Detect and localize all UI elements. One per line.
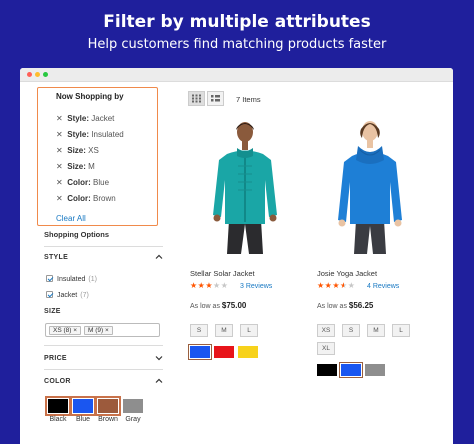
list-view-button[interactable] [207,91,224,106]
color-swatch-brown[interactable] [95,396,121,416]
checkbox-checked-icon[interactable] [46,275,53,282]
price-prefix: As low as [190,303,222,310]
star-icon: ★ [317,281,325,290]
now-shopping-title: Now Shopping by [56,92,124,101]
active-filter: ✕ Color: Brown [56,194,116,203]
price-filter-header[interactable]: PRICE [44,355,163,362]
chevron-down-icon [155,356,163,361]
product-color-yellow[interactable] [238,346,258,358]
size-option-s[interactable]: S [190,324,208,337]
product-color-blue[interactable] [188,344,212,360]
price-heading: PRICE [44,355,67,362]
rating-stars: ★★★★★ [190,281,228,290]
size-option-m[interactable]: M [367,324,385,337]
size-chip-xs[interactable]: XS (8) × [49,326,82,335]
rating-stars: ★★★★★ [317,281,355,290]
list-icon [211,95,220,102]
star-icon: ★ [347,281,356,290]
product-price: As low as $75.00 [190,301,246,310]
product-color-red[interactable] [214,346,234,358]
star-icon: ★ [332,281,341,290]
divider [44,246,163,247]
product-name[interactable]: Josie Yoga Jacket [317,269,377,278]
size-option-s[interactable]: S [342,324,360,337]
product-color-black[interactable] [317,364,337,376]
divider [44,345,163,346]
remove-filter-icon[interactable]: ✕ [56,194,65,203]
style-heading: STYLE [44,254,69,261]
active-filter: ✕ Style: Jacket [56,114,115,123]
product-price: As low as $56.25 [317,301,373,310]
browser-window: Now Shopping by ✕ Style: Jacket ✕ Style:… [20,68,453,444]
chevron-up-icon [155,378,163,383]
size-multiselect[interactable]: XS (8) × M (9) × [45,323,160,337]
close-window-dot[interactable] [27,72,32,77]
size-option-xl[interactable]: XL [317,342,335,355]
star-icon: ★ [205,281,214,290]
size-filter-header[interactable]: SIZE [44,308,163,315]
style-filter-header[interactable]: STYLE [44,254,163,261]
star-icon: ★ [220,281,229,290]
items-count: 7 Items [236,95,261,104]
size-heading: SIZE [44,308,61,315]
remove-filter-icon[interactable]: ✕ [56,178,65,187]
now-shopping-panel: Now Shopping by ✕ Style: Jacket ✕ Style:… [37,87,158,226]
size-chip-m[interactable]: M (9) × [84,326,113,335]
color-swatch-blue[interactable] [70,396,96,416]
style-option-insulated[interactable]: Insulated (1) [46,275,97,283]
active-filter: ✕ Size: M [56,162,95,171]
grid-icon [192,94,201,103]
grid-view-button[interactable] [188,91,205,106]
star-icon: ★ [190,281,198,290]
active-filter: ✕ Color: Blue [56,178,110,187]
star-icon: ★ [213,281,221,290]
product-color-gray[interactable] [365,364,385,376]
size-option-m[interactable]: M [215,324,233,337]
product-color-blue[interactable] [339,362,363,378]
hero-subtitle: Help customers find matching products fa… [87,37,387,52]
window-titlebar [20,68,453,82]
remove-filter-icon[interactable]: ✕ [56,162,65,171]
color-swatch-label: Gray [125,416,141,423]
color-filter-header[interactable]: COLOR [44,378,163,385]
price-prefix: As low as [317,303,349,310]
reviews-link[interactable]: 3 Reviews [240,283,272,290]
chevron-up-icon [155,254,163,259]
style-option-jacket[interactable]: Jacket (7) [46,291,89,299]
size-option-l[interactable]: L [392,324,410,337]
color-swatch-gray[interactable] [123,399,143,413]
size-option-xs[interactable]: XS [317,324,335,337]
price-value: $56.25 [348,301,374,310]
color-swatch-black[interactable] [45,396,71,416]
hero-title: Filter by multiple attributes [103,12,371,32]
product-image-stellar-solar-jacket[interactable] [205,120,290,255]
active-filter: ✕ Size: XS [56,146,99,155]
remove-filter-icon[interactable]: ✕ [56,130,65,139]
active-filter: ✕ Style: Insulated [56,130,124,139]
product-image-josie-yoga-jacket[interactable] [330,120,415,255]
reviews-link[interactable]: 4 Reviews [367,283,399,290]
maximize-window-dot[interactable] [43,72,48,77]
product-name[interactable]: Stellar Solar Jacket [190,269,255,278]
clear-all-link[interactable]: Clear All [56,214,86,223]
color-heading: COLOR [44,378,71,385]
price-value: $75.00 [221,301,247,310]
remove-filter-icon[interactable]: ✕ [56,114,65,123]
size-option-l[interactable]: L [240,324,258,337]
minimize-window-dot[interactable] [35,72,40,77]
shopping-options-title: Shopping Options [44,230,109,239]
checkbox-checked-icon[interactable] [46,291,53,298]
divider [44,369,163,370]
remove-filter-icon[interactable]: ✕ [56,146,65,155]
star-icon: ★ [340,281,348,290]
